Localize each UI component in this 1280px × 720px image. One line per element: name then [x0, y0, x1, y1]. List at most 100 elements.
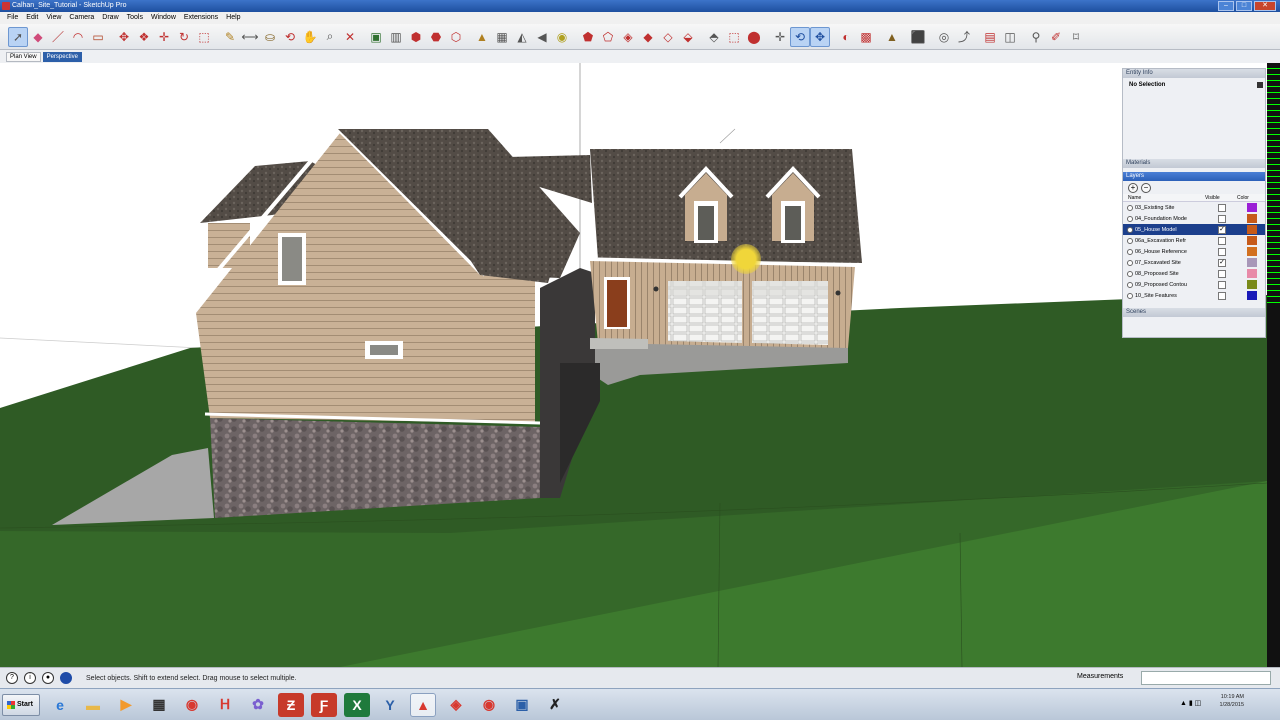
menu-edit[interactable]: Edit: [26, 12, 38, 24]
ie-icon[interactable]: e: [47, 693, 73, 717]
layer-name[interactable]: 06a_Excavation Refr: [1135, 238, 1215, 244]
active-layer-radio[interactable]: [1127, 270, 1133, 277]
sketchup-icon-2[interactable]: ✗: [542, 693, 568, 717]
styles-icon[interactable]: ◐: [836, 27, 856, 47]
drape-icon[interactable]: ◉: [552, 27, 572, 47]
menu-camera[interactable]: Camera: [69, 12, 94, 24]
layer-visible-checkbox[interactable]: ✓: [1218, 225, 1226, 234]
app-icon-3[interactable]: Y: [377, 693, 403, 717]
layer-name[interactable]: 07_Excavated Site: [1135, 260, 1215, 266]
layer-name[interactable]: 04_Foundation Mode: [1135, 216, 1215, 222]
eyedropper-icon[interactable]: ✐: [1046, 27, 1066, 47]
menu-help[interactable]: Help: [226, 12, 240, 24]
layer-name[interactable]: 09_Proposed Contou: [1135, 282, 1215, 288]
model-viewport[interactable]: [0, 63, 1267, 667]
layer-row[interactable]: 06_House Reference: [1123, 246, 1265, 257]
stamp-icon[interactable]: ◀: [532, 27, 552, 47]
layer-row[interactable]: 08_Proposed Site: [1123, 268, 1265, 279]
layer-color-swatch[interactable]: [1247, 214, 1257, 223]
layer-row[interactable]: 07_Excavated Site ✓: [1123, 257, 1265, 268]
active-layer-radio[interactable]: [1127, 215, 1133, 222]
layer-name[interactable]: 08_Proposed Site: [1135, 271, 1215, 277]
layer-manager-icon[interactable]: ▲: [882, 27, 902, 47]
zoom-tool-icon[interactable]: ⌕: [320, 27, 340, 47]
layer-row[interactable]: 05_House Model ✓: [1123, 224, 1265, 235]
filezilla-icon[interactable]: Ƶ: [278, 692, 304, 717]
layer-color-swatch[interactable]: [1247, 225, 1257, 234]
move-tool-icon[interactable]: ✛: [154, 27, 174, 47]
excel-icon[interactable]: X: [344, 692, 370, 717]
layer-name[interactable]: 10_Site Features: [1135, 293, 1215, 299]
user-icon[interactable]: ●: [42, 672, 54, 684]
union-icon[interactable]: ◈: [618, 27, 638, 47]
dimension-tool-icon[interactable]: ⟷: [240, 27, 260, 47]
menu-extensions[interactable]: Extensions: [184, 12, 218, 24]
add-layer-icon[interactable]: +: [1128, 182, 1138, 193]
explorer-icon[interactable]: ▬: [80, 693, 106, 717]
close-button[interactable]: ✕: [1254, 1, 1276, 11]
app-icon-5[interactable]: ◉: [476, 693, 502, 717]
walk-tool-icon[interactable]: ⤴: [954, 27, 974, 47]
layer-color-swatch[interactable]: [1247, 291, 1257, 300]
tape-measure-tool-icon[interactable]: ✎: [220, 27, 240, 47]
layer-visible-checkbox[interactable]: ✓: [1218, 258, 1226, 267]
location-icon[interactable]: ⚲: [1026, 27, 1046, 47]
zoom-extents-tool-icon[interactable]: ✕: [340, 27, 360, 47]
rectangle-tool-icon[interactable]: ▭: [88, 27, 108, 47]
shadows-icon[interactable]: ▩: [856, 27, 876, 47]
credits-icon[interactable]: i: [24, 672, 36, 684]
notification-tray-icon[interactable]: ▲ ▮ ◫: [1180, 699, 1201, 707]
eraser-tool-icon[interactable]: ◆: [28, 27, 48, 47]
active-layer-radio[interactable]: [1127, 237, 1133, 244]
solid-tools-icon[interactable]: ⬟: [578, 27, 598, 47]
orbit-camera-icon[interactable]: ⟲: [790, 26, 810, 47]
layer-visible-checkbox[interactable]: [1218, 280, 1226, 289]
menu-tools[interactable]: Tools: [127, 12, 143, 24]
column-name[interactable]: Name: [1123, 194, 1205, 201]
outer-shell-icon[interactable]: ⬘: [704, 27, 724, 47]
sketchup-icon[interactable]: ▲: [410, 692, 436, 717]
photo-match-icon[interactable]: ⌑: [1066, 27, 1086, 47]
entity-info-header[interactable]: Entity Info: [1123, 69, 1265, 78]
share-model-icon[interactable]: ⬣: [426, 27, 446, 47]
active-layer-radio[interactable]: [1127, 248, 1133, 255]
scale-tool-icon[interactable]: ⬚: [194, 27, 214, 47]
active-layer-radio[interactable]: [1127, 226, 1133, 233]
active-layer-radio[interactable]: [1127, 259, 1133, 266]
layer-visible-checkbox[interactable]: [1218, 291, 1226, 300]
app-icon[interactable]: ᕼ: [212, 693, 238, 717]
maximize-button[interactable]: □: [1236, 1, 1252, 11]
column-visible[interactable]: Visible: [1205, 194, 1237, 201]
active-layer-radio[interactable]: [1127, 292, 1133, 299]
delete-layer-icon[interactable]: −: [1141, 182, 1151, 193]
layer-color-swatch[interactable]: [1247, 280, 1257, 289]
system-clock[interactable]: 10:19 AM 1/28/2015: [1220, 693, 1244, 709]
pan-camera-icon[interactable]: ✥: [810, 26, 830, 47]
help-icon[interactable]: [60, 672, 72, 684]
material-icon[interactable]: ⬤: [744, 27, 764, 47]
filezilla-icon-2[interactable]: Ƒ: [311, 692, 337, 717]
layer-row[interactable]: 09_Proposed Contou: [1123, 279, 1265, 290]
menu-window[interactable]: Window: [151, 12, 176, 24]
dynamic-components-icon[interactable]: ◫: [1000, 27, 1020, 47]
sandbox-from-scratch-icon[interactable]: ▦: [492, 27, 512, 47]
geo-location-icon[interactable]: ?: [6, 672, 18, 684]
layer-color-swatch[interactable]: [1247, 247, 1257, 256]
tab-perspective[interactable]: Perspective: [42, 51, 82, 62]
layer-row[interactable]: 03_Existing Site: [1123, 202, 1265, 213]
start-button[interactable]: Start: [2, 693, 40, 716]
menu-draw[interactable]: Draw: [102, 12, 118, 24]
layer-color-swatch[interactable]: [1247, 258, 1257, 267]
rotate-tool-icon[interactable]: ↻: [174, 27, 194, 47]
follow-me-tool-icon[interactable]: ❖: [134, 27, 154, 47]
layer-visible-checkbox[interactable]: [1218, 236, 1226, 245]
tab-plan-view[interactable]: Plan View: [6, 51, 41, 62]
layer-color-swatch[interactable]: [1247, 236, 1257, 245]
layer-color-swatch[interactable]: [1247, 203, 1257, 212]
orbit-tool-icon[interactable]: ⟲: [280, 27, 300, 47]
app-icon-2[interactable]: ✿: [245, 693, 271, 717]
extension-warehouse-icon[interactable]: ⬡: [446, 27, 466, 47]
paint-bucket-tool-icon[interactable]: ⛀: [260, 27, 280, 47]
app-icon-6[interactable]: ▣: [509, 693, 535, 717]
grid-app-icon[interactable]: ▦: [146, 693, 172, 717]
